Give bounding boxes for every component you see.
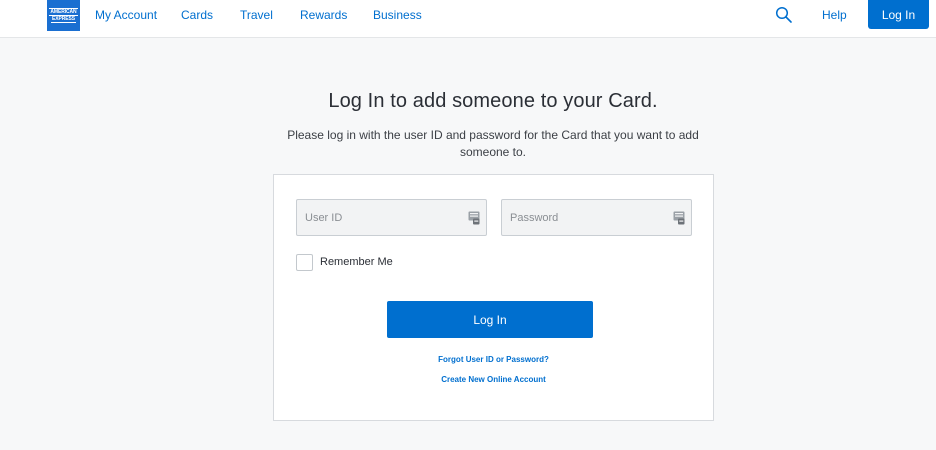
nav-cards[interactable]: Cards <box>181 8 213 22</box>
header-login-button[interactable]: Log In <box>868 0 929 29</box>
nav-business[interactable]: Business <box>373 8 422 22</box>
login-card: Remember Me Log In Forgot User ID or Pas… <box>273 174 714 421</box>
forgot-credentials-link[interactable]: Forgot User ID or Password? <box>274 355 713 364</box>
password-manager-icon[interactable] <box>673 211 685 225</box>
password-field[interactable] <box>501 199 692 236</box>
page-subtitle: Please log in with the user ID and passw… <box>287 128 699 159</box>
login-submit-button[interactable]: Log In <box>387 301 593 338</box>
user-id-input[interactable] <box>297 200 486 235</box>
top-header: AMERICAN EXPRESS My Account Cards Travel… <box>0 0 936 38</box>
remember-me-label[interactable]: Remember Me <box>320 256 393 268</box>
nav-travel[interactable]: Travel <box>240 8 273 22</box>
amex-logo[interactable]: AMERICAN EXPRESS <box>47 0 80 31</box>
remember-me-checkbox[interactable] <box>296 253 313 271</box>
search-icon[interactable] <box>775 6 793 24</box>
logo-text-line2: EXPRESS <box>51 16 76 23</box>
password-input[interactable] <box>502 200 691 235</box>
remember-me[interactable]: Remember Me <box>296 253 393 271</box>
nav-my-account[interactable]: My Account <box>95 8 157 22</box>
help-link[interactable]: Help <box>822 8 847 22</box>
user-id-field[interactable] <box>296 199 487 236</box>
page-title: Log In to add someone to your Card. <box>328 90 658 112</box>
nav-rewards[interactable]: Rewards <box>300 8 347 22</box>
create-account-link[interactable]: Create New Online Account <box>274 375 713 384</box>
password-manager-icon[interactable] <box>468 211 480 225</box>
logo-text-line1: AMERICAN <box>49 8 78 16</box>
